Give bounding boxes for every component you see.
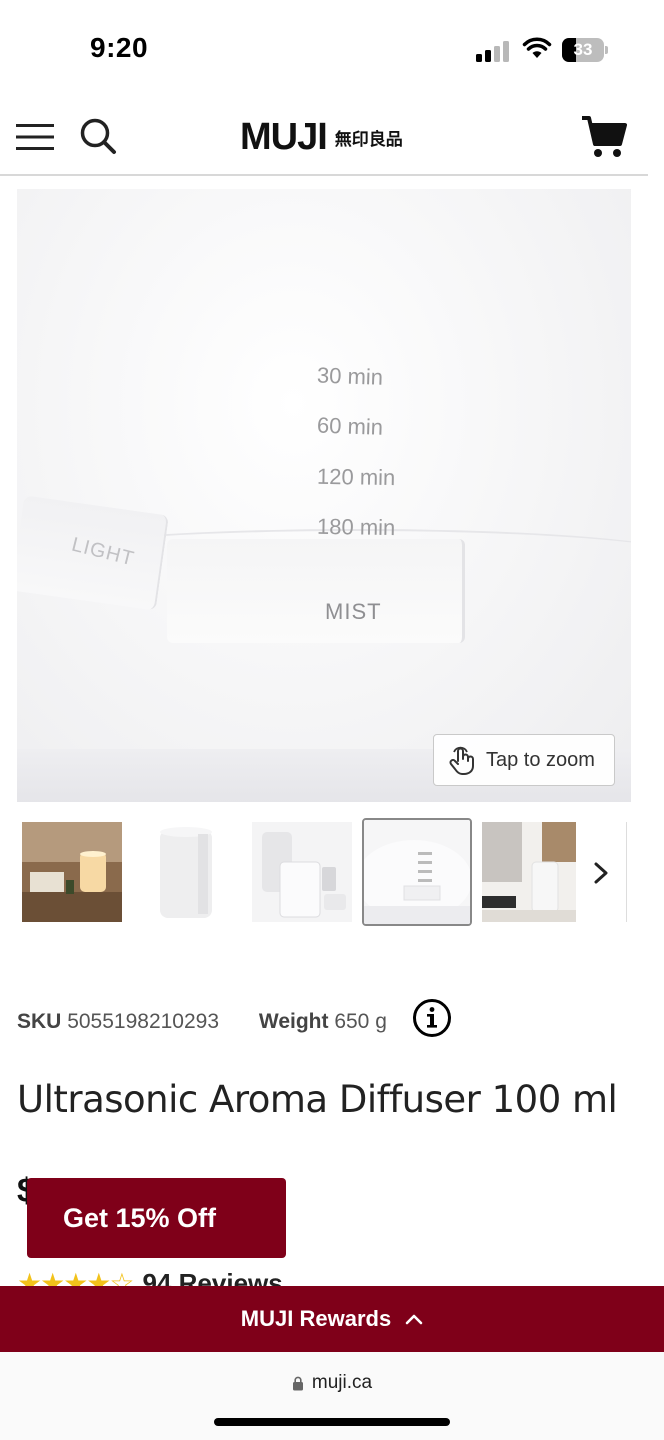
mist-label: MIST	[325, 599, 382, 624]
get-15-off-button[interactable]: Get 15% Off	[27, 1178, 286, 1258]
muji-logo[interactable]: MUJI 無印良品	[240, 114, 403, 160]
thumbnail-2[interactable]	[136, 822, 236, 922]
tap-to-zoom-label: Tap to zoom	[486, 748, 595, 771]
muji-rewards-bar[interactable]: MUJI Rewards	[0, 1286, 664, 1352]
product-meta: SKU 5055198210293 Weight 650 g	[17, 1010, 387, 1034]
weight-value: 650 g	[334, 1010, 387, 1033]
diffuser-mist-button-photo	[167, 539, 465, 643]
chevron-right-icon	[594, 862, 608, 884]
weight-label: Weight	[258, 1010, 329, 1033]
cart-button[interactable]	[580, 114, 628, 160]
product-main-image[interactable]: LIGHT MIST 30 min 60 min 120 min 180 min…	[17, 189, 631, 802]
battery-percent: 33	[573, 40, 593, 59]
browser-address-bar[interactable]: muji.ca	[0, 1352, 664, 1440]
timer-label: 120 min	[316, 463, 396, 491]
chevron-up-icon	[405, 1314, 423, 1325]
thumbnail-strip	[0, 816, 664, 932]
rewards-label: MUJI Rewards	[240, 1306, 392, 1331]
logo-cjk-text: 無印良品	[334, 129, 403, 150]
weight-info-button[interactable]	[412, 998, 452, 1038]
thumbnail-5[interactable]	[482, 822, 576, 922]
site-header: MUJI 無印良品	[0, 100, 648, 176]
url-text: muji.ca	[311, 1372, 373, 1393]
status-time: 9:20	[90, 32, 149, 63]
tap-to-zoom-button[interactable]: Tap to zoom	[433, 734, 615, 786]
search-icon	[80, 118, 116, 154]
timer-labels: 30 min 60 min 120 min 180 min	[317, 353, 457, 553]
product-title: Ultrasonic Aroma Diffuser 100 ml	[17, 1078, 618, 1121]
search-button[interactable]	[78, 116, 118, 156]
status-bar: 9:20 33	[0, 0, 664, 100]
timer-label: 60 min	[316, 412, 384, 440]
timer-label: 180 min	[316, 513, 396, 541]
menu-button[interactable]	[16, 122, 54, 152]
cart-icon	[582, 116, 627, 157]
menu-icon	[16, 124, 54, 150]
thumbnail-1[interactable]	[22, 822, 122, 922]
sku-label: SKU	[17, 1010, 62, 1033]
thumbnail-3[interactable]	[252, 822, 352, 922]
info-icon	[413, 999, 451, 1037]
sku-value: 5055198210293	[67, 1010, 220, 1033]
lock-icon	[292, 1376, 303, 1390]
next-thumbnail-button[interactable]	[584, 856, 618, 890]
battery-icon: 33	[562, 38, 608, 62]
tap-hand-icon	[449, 746, 474, 775]
timer-label: 30 min	[316, 362, 384, 390]
home-indicator	[214, 1418, 450, 1426]
thumbnail-4-selected[interactable]	[362, 818, 472, 926]
logo-text: MUJI	[240, 115, 328, 158]
signal-icon	[476, 40, 510, 62]
wifi-icon	[522, 36, 552, 65]
